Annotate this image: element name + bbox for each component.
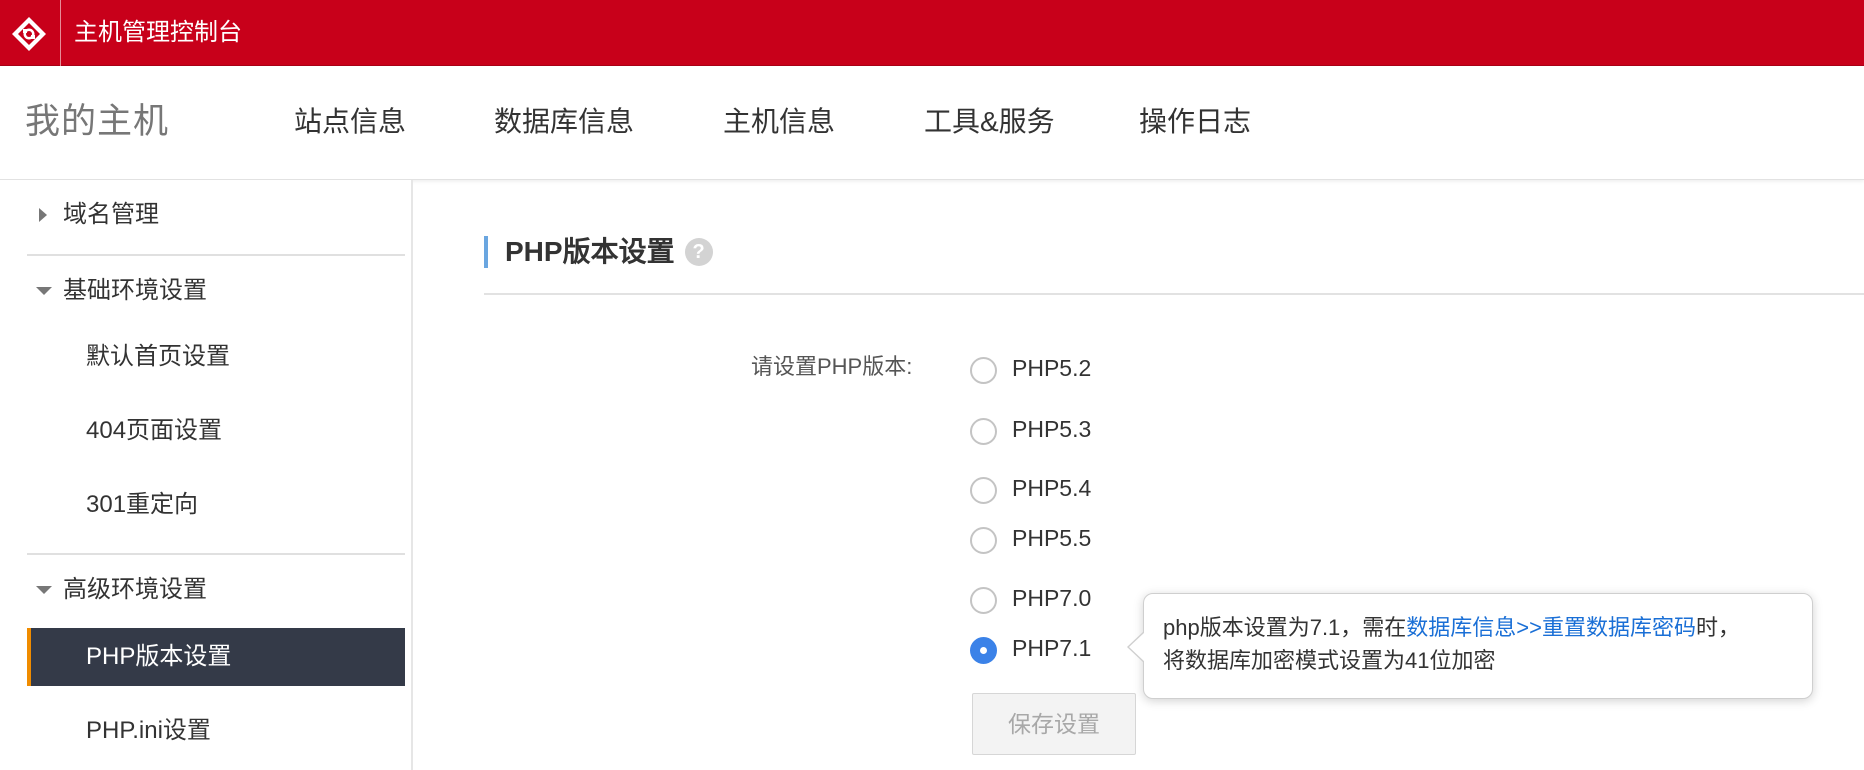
radio-label[interactable]: PHP5.2 <box>1012 353 1091 383</box>
brand-logo-icon <box>12 17 46 51</box>
radio-label[interactable]: PHP5.4 <box>1012 473 1091 503</box>
sidebar-item-default-homepage[interactable]: 默认首页设置 <box>27 328 405 386</box>
sidebar-item-301-redirect[interactable]: 301重定向 <box>27 476 405 534</box>
sidebar-divider <box>27 254 405 256</box>
radio-label[interactable]: PHP7.1 <box>1012 633 1091 663</box>
radio-label[interactable]: PHP5.5 <box>1012 523 1091 553</box>
nav-item-database-info[interactable]: 数据库信息 <box>494 104 634 140</box>
question-icon[interactable]: ? <box>684 237 713 266</box>
chevron-right-icon <box>39 208 47 222</box>
php71-tooltip: php版本设置为7.1，需在数据库信息>>重置数据库密码时， 将数据库加密模式设… <box>1127 593 1813 699</box>
section-divider <box>484 293 1864 295</box>
radio-button[interactable] <box>970 418 997 445</box>
page-title-text: PHP版本设置 <box>505 236 675 267</box>
nav-item-host-info[interactable]: 主机信息 <box>723 104 835 140</box>
sidebar-divider <box>27 553 405 555</box>
radio-button-selected[interactable] <box>970 637 997 664</box>
tooltip-arrow <box>1127 631 1145 663</box>
logo-box[interactable] <box>0 0 61 66</box>
sidebar-item-label: PHP.ini设置 <box>86 717 211 744</box>
php-version-label: 请设置PHP版本: <box>751 354 913 379</box>
sidebar-item-php-ini[interactable]: PHP.ini设置 <box>27 702 405 760</box>
top-bar: 主机管理控制台 <box>0 0 1864 66</box>
sidebar: 域名管理 基础环境设置 默认首页设置 404页面设置 301重定向 高级环境设置… <box>0 180 413 770</box>
nav-item-tools-services[interactable]: 工具&服务 <box>924 104 1055 140</box>
radio-button[interactable] <box>970 477 997 504</box>
nav-brand[interactable]: 我的主机 <box>25 100 169 144</box>
main-nav: 我的主机 站点信息 数据库信息 主机信息 工具&服务 操作日志 <box>0 66 1864 180</box>
reset-db-password-link[interactable]: 数据库信息>>重置数据库密码 <box>1406 615 1696 640</box>
tooltip-line-2: 将数据库加密模式设置为41位加密 <box>1163 648 1496 673</box>
sidebar-item-label: PHP版本设置 <box>86 643 232 670</box>
radio-button[interactable] <box>970 587 997 614</box>
tooltip-text: 时， <box>1696 615 1741 640</box>
sidebar-group-domain[interactable]: 域名管理 <box>27 198 405 232</box>
radio-button[interactable] <box>970 357 997 384</box>
sidebar-group-basic-env[interactable]: 基础环境设置 <box>27 274 405 308</box>
nav-item-operation-log[interactable]: 操作日志 <box>1139 104 1251 140</box>
radio-label[interactable]: PHP7.0 <box>1012 583 1091 613</box>
sidebar-item-php-version[interactable]: PHP版本设置 <box>27 628 405 686</box>
nav-item-site-info[interactable]: 站点信息 <box>294 104 406 140</box>
sidebar-item-label: 404页面设置 <box>86 417 223 444</box>
tooltip-text: php版本设置为7.1，需在 <box>1163 615 1407 640</box>
radio-label[interactable]: PHP5.3 <box>1012 414 1091 444</box>
radio-button[interactable] <box>970 527 997 554</box>
sidebar-item-label: 默认首页设置 <box>86 343 230 370</box>
sidebar-group-label: 基础环境设置 <box>63 277 207 304</box>
sidebar-item-label: 301重定向 <box>86 491 199 518</box>
chevron-down-icon <box>36 586 52 594</box>
save-button[interactable]: 保存设置 <box>972 693 1136 755</box>
sidebar-group-label: 高级环境设置 <box>63 576 207 603</box>
sidebar-group-advanced-env[interactable]: 高级环境设置 <box>27 573 405 607</box>
sidebar-item-404-page[interactable]: 404页面设置 <box>27 402 405 460</box>
console-title: 主机管理控制台 <box>74 19 242 46</box>
page-title: PHP版本设置? <box>484 236 713 268</box>
tooltip-line-1: php版本设置为7.1，需在数据库信息>>重置数据库密码时， <box>1163 611 1793 644</box>
chevron-down-icon <box>36 287 52 295</box>
sidebar-group-label: 域名管理 <box>63 201 159 228</box>
